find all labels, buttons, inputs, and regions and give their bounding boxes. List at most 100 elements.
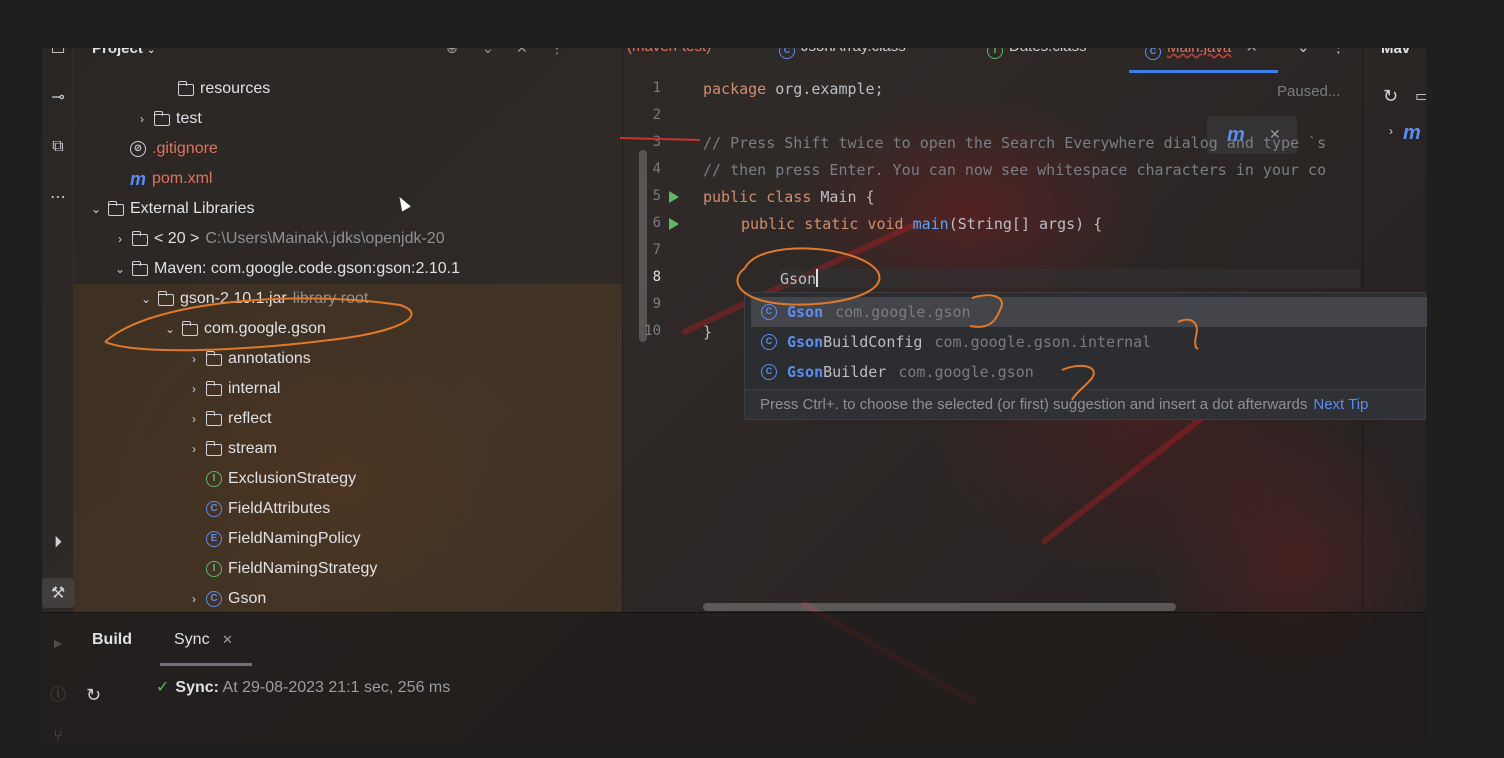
package-icon — [206, 441, 222, 456]
tree-row-detail: library root — [292, 290, 369, 307]
reload-icon[interactable]: ↻ — [1383, 86, 1398, 107]
line-number: 2 — [652, 107, 661, 123]
run-icon[interactable] — [669, 191, 679, 203]
expand-chevron-icon[interactable]: › — [1389, 124, 1393, 138]
tree-row-text: Gson — [228, 584, 266, 614]
class-icon: C — [761, 334, 777, 350]
editor-horizontal-scrollbar[interactable] — [703, 603, 1176, 611]
active-tab-indicator — [1129, 70, 1278, 73]
code-line-10[interactable]: } — [703, 323, 712, 341]
build-tool-icon[interactable]: ⚒ — [42, 578, 74, 608]
completion-item[interactable]: C GsonBuilder com.google.gson — [751, 357, 1427, 387]
tree-row-text: test — [176, 104, 202, 134]
class-icon: C — [761, 364, 777, 380]
services-icon[interactable]: ⏵ — [42, 528, 74, 558]
text-caret — [816, 269, 819, 287]
chevron-down-icon[interactable]: ⌄ — [140, 284, 152, 314]
tree-row-label: stream — [228, 440, 277, 457]
tree-row[interactable]: I FieldNamingStrategy — [74, 554, 622, 584]
tree-row[interactable]: E FieldNamingPolicy — [74, 524, 622, 554]
chevron-right-icon[interactable]: › — [188, 434, 200, 464]
tree-row[interactable]: › < 20 > C:\Users\Mainak\.jdks\openjdk-20 — [74, 224, 622, 254]
tree-row-label: com.google.gson — [204, 320, 326, 337]
ignore-file-icon: ⊘ — [130, 141, 146, 157]
tree-row[interactable]: m pom.xml — [74, 164, 622, 194]
tree-row-label: .gitignore — [152, 140, 218, 157]
build-panel: Build Sync ✕ ↻ ✓ Sync: At 29-08-2023 21:1… — [42, 612, 1426, 743]
chevron-right-icon[interactable]: › — [114, 224, 126, 254]
maven-icon: m — [130, 169, 147, 189]
tree-row-label: Gson — [228, 590, 267, 607]
run-icon[interactable] — [669, 218, 679, 230]
active-build-tab-indicator — [160, 663, 252, 666]
chevron-right-icon[interactable]: › — [188, 404, 200, 434]
jdk-folder-icon — [132, 231, 148, 246]
enum-icon: E — [206, 531, 222, 547]
tree-row-label: gson-2.10.1.jar — [180, 290, 287, 307]
add-folder-icon[interactable]: ▭ — [1415, 86, 1426, 106]
tree-row[interactable]: › annotations — [74, 344, 622, 374]
tree-row[interactable]: ⊘ .gitignore — [74, 134, 622, 164]
tree-row-label: FieldNamingPolicy — [228, 530, 361, 547]
completion-item[interactable]: C Gson com.google.gson — [751, 297, 1427, 327]
next-tip-link[interactable]: Next Tip — [1313, 396, 1368, 413]
line-number: 7 — [652, 242, 661, 258]
code-line-8[interactable]: Gson — [780, 269, 1360, 288]
chevron-down-icon[interactable]: ⌄ — [90, 194, 102, 224]
line-number: 10 — [644, 323, 661, 339]
chevron-right-icon[interactable]: › — [188, 344, 200, 374]
tree-row[interactable]: ⌄ gson-2.10.1.jar library root — [74, 284, 622, 314]
resync-icon[interactable]: ↻ — [86, 685, 101, 706]
class-icon: C — [761, 304, 777, 320]
tree-row-label: reflect — [228, 410, 272, 427]
completion-item[interactable]: C GsonBuildConfig com.google.gson.internal — [751, 327, 1427, 357]
tree-row[interactable]: ⌄ External Libraries — [74, 194, 622, 224]
commit-icon[interactable]: ⊸ — [42, 82, 74, 112]
code-line-1[interactable]: package org.example; — [703, 80, 884, 98]
tree-row-text: com.google.gson — [204, 314, 326, 344]
line-number: 6 — [652, 215, 661, 231]
chevron-right-icon[interactable]: › — [188, 374, 200, 404]
tree-row[interactable]: › test — [74, 104, 622, 134]
chevron-right-icon[interactable]: › — [136, 104, 148, 134]
tree-row[interactable]: › stream — [74, 434, 622, 464]
project-panel: Project ⌄ ⊕ ⌄ ✕ ⋮ resources › test ⊘ .gitign… — [74, 0, 647, 614]
tree-row[interactable]: I ExclusionStrategy — [74, 464, 622, 494]
code-line-4[interactable]: // then press Enter. You can now see whi… — [703, 161, 1326, 179]
line-number: 5 — [652, 188, 661, 204]
code-line-6[interactable]: public static void main(String[] args) { — [741, 215, 1102, 233]
tab-build[interactable]: Build — [92, 631, 132, 649]
completion-hint: Press Ctrl+. to choose the selected (or … — [745, 389, 1425, 419]
completion-popup: C Gson com.google.gson C GsonBuildConfig com… — [744, 292, 1427, 420]
tree-row-label: resources — [200, 80, 271, 97]
check-icon: ✓ — [156, 679, 170, 696]
tree-row[interactable]: › internal — [74, 374, 622, 404]
tree-row-detail: C:\Users\Mainak\.jdks\openjdk-20 — [205, 230, 445, 247]
close-icon[interactable]: ✕ — [222, 632, 233, 647]
tree-row-label: FieldNamingStrategy — [228, 560, 378, 577]
code-line-3[interactable]: // Press Shift twice to open the Search … — [703, 134, 1326, 152]
tree-row[interactable]: ⌄ Maven: com.google.code.gson:gson:2.10.1 — [74, 254, 622, 284]
library-icon — [108, 201, 124, 216]
tree-row[interactable]: › reflect — [74, 404, 622, 434]
code-line-5[interactable]: public class Main { — [703, 188, 875, 206]
chevron-right-icon[interactable]: › — [188, 584, 200, 614]
tree-row[interactable]: ⌄ com.google.gson — [74, 314, 622, 344]
package-icon — [182, 321, 198, 336]
sync-result-row[interactable]: ✓ Sync: At 29-08-2023 21:1 sec, 256 ms — [156, 677, 450, 697]
class-icon: C — [206, 591, 222, 607]
window-top-bar — [0, 0, 1504, 48]
tree-row-label: internal — [228, 380, 281, 397]
chevron-down-icon[interactable]: ⌄ — [164, 314, 176, 344]
interface-icon: I — [206, 561, 222, 577]
chevron-down-icon[interactable]: ⌄ — [114, 254, 126, 284]
tree-row-text: internal — [228, 374, 280, 404]
tree-row[interactable]: C FieldAttributes — [74, 494, 622, 524]
tree-row[interactable]: resources — [74, 74, 622, 104]
tab-sync[interactable]: Sync ✕ — [174, 631, 233, 649]
maven-project-icon[interactable]: m — [1403, 122, 1421, 145]
tree-row[interactable]: › C Gson — [74, 584, 622, 614]
more-icon[interactable]: ⋯ — [42, 182, 74, 212]
line-number: 1 — [652, 80, 661, 96]
structure-icon[interactable]: ⧉ — [42, 132, 74, 162]
